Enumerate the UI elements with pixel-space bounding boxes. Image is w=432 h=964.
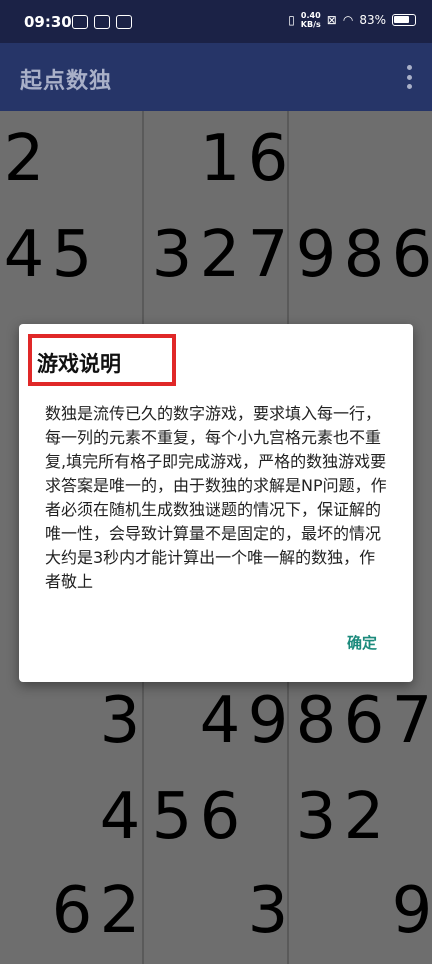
status-right: ▯ 0.40 KB/s ⊠ ◠ 83% xyxy=(288,11,416,29)
board-cell[interactable]: 1 xyxy=(196,111,244,207)
dialog-body: 数独是流传已久的数字游戏，要求填入每一行，每一列的元素不重复，每个小九宫格元素也… xyxy=(45,404,387,591)
status-time: 09:30 xyxy=(24,13,72,31)
board-cell[interactable]: 3 xyxy=(292,769,340,865)
battery-icon xyxy=(392,14,416,26)
board-cell[interactable]: 6 xyxy=(196,769,244,865)
board-cell[interactable]: 3 xyxy=(244,863,292,959)
board-cell[interactable]: 9 xyxy=(244,673,292,769)
instructions-dialog: 游戏说明 数独是流传已久的数字游戏，要求填入每一行，每一列的元素不重复，每个小九… xyxy=(19,324,413,682)
board-cell[interactable]: 4 xyxy=(0,207,48,303)
vibrate-icon: ▯ xyxy=(288,13,295,27)
notification-icon xyxy=(94,15,110,29)
board-cell[interactable]: 6 xyxy=(388,207,432,303)
board-row: 349867 xyxy=(0,673,432,769)
board-cell[interactable]: 6 xyxy=(48,863,96,959)
app-title: 起点数独 xyxy=(20,69,113,94)
network-speed: 0.40 KB/s xyxy=(300,11,321,29)
board-cell[interactable]: 8 xyxy=(340,207,388,303)
overflow-menu-icon[interactable] xyxy=(404,65,414,89)
board-cell[interactable]: 9 xyxy=(388,863,432,959)
notification-icon xyxy=(72,15,88,29)
board-cell[interactable]: 2 xyxy=(96,863,144,959)
board-cell[interactable]: 2 xyxy=(196,207,244,303)
board-cell[interactable]: 4 xyxy=(196,673,244,769)
notification-icon xyxy=(116,15,132,29)
board-cell[interactable]: 5 xyxy=(48,207,96,303)
board-cell[interactable]: 4 xyxy=(96,769,144,865)
app-bar: 起点数独 xyxy=(0,43,432,111)
battery-percent: 83% xyxy=(359,13,386,27)
board-cell[interactable]: 3 xyxy=(148,207,196,303)
ok-button[interactable]: 确定 xyxy=(347,632,377,653)
notification-icons xyxy=(72,15,132,29)
board-row: 45632 xyxy=(0,769,432,865)
board-cell[interactable]: 6 xyxy=(244,111,292,207)
board-cell[interactable]: 8 xyxy=(292,673,340,769)
board-row: 45327986 xyxy=(0,207,432,303)
board-cell[interactable]: 3 xyxy=(96,673,144,769)
board-cell[interactable]: 7 xyxy=(388,673,432,769)
board-cell[interactable]: 2 xyxy=(340,769,388,865)
board-cell[interactable]: 6 xyxy=(340,673,388,769)
dialog-title: 游戏说明 xyxy=(37,352,121,376)
board-cell[interactable]: 9 xyxy=(292,207,340,303)
status-bar: 09:30 ▯ 0.40 KB/s ⊠ ◠ 83% xyxy=(0,0,432,43)
board-cell[interactable]: 7 xyxy=(244,207,292,303)
board-row: 2 16 xyxy=(0,111,432,207)
board-cell[interactable]: 2 xyxy=(0,111,48,207)
wifi-icon: ◠ xyxy=(342,13,354,27)
board-row: 62 39 xyxy=(0,863,432,959)
sim-icon: ⊠ xyxy=(326,13,337,27)
board-cell[interactable]: 5 xyxy=(148,769,196,865)
